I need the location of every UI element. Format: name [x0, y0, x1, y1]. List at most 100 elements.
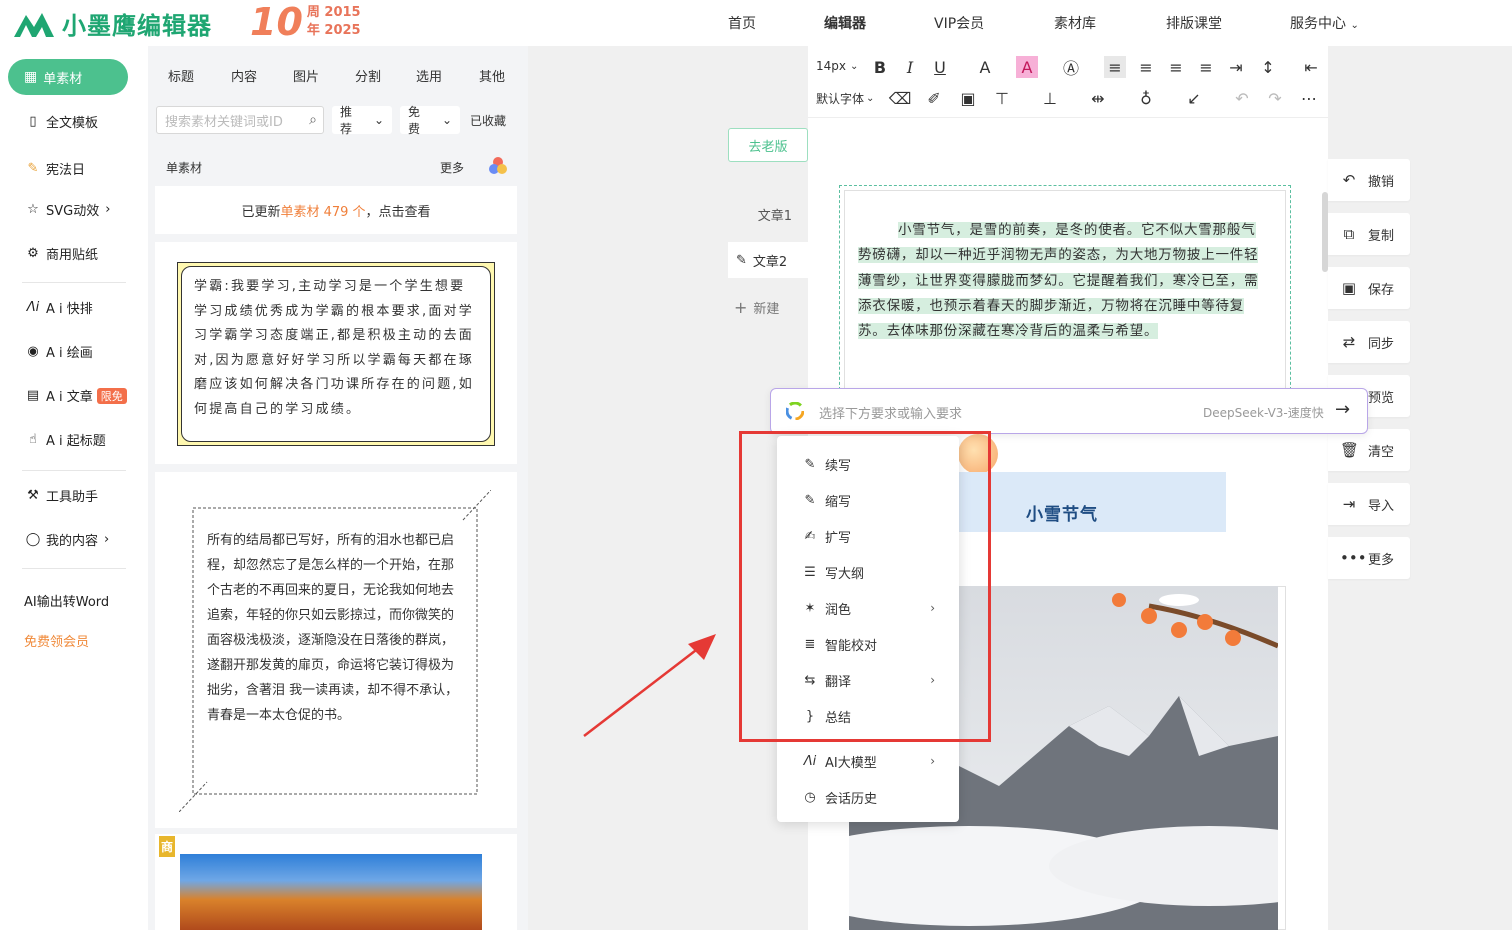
sidebar-item-label: 工具助手 — [46, 490, 99, 505]
tab-image[interactable]: 图片 — [293, 66, 319, 85]
search-icon[interactable]: ⌕ — [309, 112, 317, 128]
redo-icon[interactable]: ↷ — [1264, 87, 1286, 109]
import-button[interactable]: ⇥ 导入 — [1328, 483, 1410, 525]
sidebar-item-ai-word[interactable]: AI输出转Word — [24, 591, 109, 610]
material-card-study[interactable]: 学霸:我要学习,主动学习是一个学生想要学习成绩优秀成为学霸的根本要求,面对学习学… — [155, 242, 517, 464]
menu-label: 会话历史 — [825, 791, 878, 807]
chevron-down-icon: ⌄ — [850, 60, 859, 72]
indent-icon[interactable]: ⇥ — [1225, 56, 1247, 78]
section-more-link[interactable]: 更多 — [440, 159, 464, 176]
bold-icon[interactable]: B — [869, 56, 891, 78]
eraser-icon[interactable]: ⌫ — [889, 87, 912, 109]
sidebar-item-free-vip[interactable]: 免费领会员 — [24, 631, 89, 650]
button-label: 同步 — [1368, 336, 1395, 352]
menu-item-ai-model[interactable]: Λi AI大模型 › — [777, 743, 959, 779]
tab-select[interactable]: 选用 — [416, 66, 442, 85]
highlight-color-icon[interactable]: A — [1016, 56, 1038, 78]
font-family-value: 默认字体 — [816, 92, 865, 106]
ai-prompt-placeholder: 选择下方要求或输入要求 — [819, 407, 963, 422]
sidebar-item-svg[interactable]: ☆ SVG动效 › — [24, 200, 110, 219]
bulb-icon[interactable]: ♁ — [1135, 87, 1157, 109]
align-right-icon[interactable]: ≡ — [1165, 56, 1187, 78]
arrow-icon[interactable]: ↙ — [1183, 87, 1205, 109]
scrollbar[interactable] — [1322, 192, 1328, 272]
sidebar-item-stickers[interactable]: ⚙ 商用贴纸 — [24, 244, 98, 263]
chevron-right-icon: › — [930, 754, 935, 768]
nav-service[interactable]: 服务中心 ⌄ — [1290, 13, 1359, 33]
edit-icon: ✎ — [736, 252, 747, 268]
article-tab-2[interactable]: ✎ 文章2 — [728, 242, 808, 278]
font-size-select[interactable]: 14px ⌄ — [816, 59, 858, 73]
undo-button[interactable]: ↶ 撤销 — [1328, 159, 1410, 201]
hammer-icon: ✎ — [27, 161, 39, 176]
ai-prompt-bar[interactable]: 选择下方要求或输入要求 DeepSeek-V3-速度快 → — [770, 388, 1368, 434]
more-icon[interactable]: ⋯ — [1298, 87, 1320, 109]
filter-saved[interactable]: 已收藏 — [462, 106, 514, 134]
ai-model-select[interactable]: DeepSeek-V3-速度快 — [1203, 404, 1324, 421]
anniversary-line-2: 年 2025 — [306, 23, 361, 38]
nav-courses[interactable]: 排版课堂 — [1166, 13, 1222, 33]
align-center-icon[interactable]: ≡ — [1135, 56, 1157, 78]
more-button[interactable]: ••• 更多 — [1328, 537, 1410, 579]
undo-icon: ↶ — [1342, 171, 1356, 189]
clear-button[interactable]: 🗑 清空 — [1328, 429, 1410, 471]
sidebar-item-full-template[interactable]: ▯ 全文模板 — [24, 112, 98, 131]
italic-icon[interactable]: I — [899, 56, 921, 78]
puzzle-icon: ⚙ — [27, 246, 39, 261]
spacing-bottom-icon[interactable]: ⊥ — [1039, 87, 1061, 109]
text-effect-icon[interactable]: Ⓐ — [1060, 56, 1082, 78]
exit-icon[interactable]: ⇤ — [1300, 56, 1322, 78]
search-input[interactable]: 搜索素材关键词或ID ⌕ — [156, 106, 324, 134]
brand-name: 小墨鹰编辑器 — [62, 12, 212, 40]
article-label: 文章2 — [752, 254, 788, 270]
filter-free[interactable]: 免费 ⌄ — [400, 105, 460, 136]
sidebar-item-ai-title[interactable]: ☝ A i 起标题 — [24, 430, 106, 449]
font-color-icon[interactable]: A — [974, 56, 996, 78]
more-icon: ••• — [1340, 549, 1367, 567]
sidebar-item-tools[interactable]: ⚒ 工具助手 — [24, 486, 98, 505]
sidebar-item-my-content[interactable]: ◯ 我的内容 › — [24, 530, 110, 549]
letter-spacing-icon[interactable]: ⇹ — [1087, 87, 1109, 109]
line-height-icon[interactable]: ↕ — [1257, 56, 1279, 78]
nav-materials[interactable]: 素材库 — [1054, 13, 1096, 33]
save-button[interactable]: ▣ 保存 — [1328, 267, 1410, 309]
nav-home[interactable]: 首页 — [728, 13, 756, 33]
logo[interactable]: 小墨鹰编辑器 — [12, 6, 212, 41]
font-family-select[interactable]: 默认字体 ⌄ — [816, 90, 874, 107]
annotation-arrow-icon — [583, 634, 716, 737]
document-paragraph[interactable]: 小雪节气，是雪的前奏，是冬的使者。它不似大雪那般气势磅礴，却以一种近乎润物无声的… — [858, 218, 1268, 344]
sidebar-item-ai-layout[interactable]: Λi A i 快排 — [24, 298, 93, 317]
copy-button[interactable]: ⧉ 复制 — [1328, 213, 1410, 255]
button-label: 撤销 — [1368, 174, 1395, 190]
nav-vip[interactable]: VIP会员 — [934, 13, 984, 33]
button-label: 导入 — [1368, 498, 1395, 514]
material-card-image[interactable]: 商 — [155, 834, 517, 930]
sidebar-item-single-material[interactable]: ▦ 单素材 — [8, 59, 128, 95]
sync-button[interactable]: ⇄ 同步 — [1328, 321, 1410, 363]
tab-divider[interactable]: 分割 — [355, 66, 381, 85]
image-icon[interactable]: ▣ — [957, 87, 979, 109]
format-painter-icon[interactable]: ✐ — [923, 87, 945, 109]
sidebar-item-constitution-day[interactable]: ✎ 宪法日 — [24, 159, 85, 178]
tab-content[interactable]: 内容 — [231, 66, 257, 85]
material-card-poem[interactable]: 所有的结局都已写好，所有的泪水也都已启程，却忽然忘了是怎么样的一个开始，在那个古… — [155, 472, 517, 828]
tab-title[interactable]: 标题 — [168, 66, 194, 85]
undo-icon[interactable]: ↶ — [1231, 87, 1253, 109]
old-version-button[interactable]: 去老版 — [728, 128, 808, 162]
sidebar-item-ai-draw[interactable]: ◉ A i 绘画 — [24, 342, 92, 361]
button-label: 预览 — [1368, 390, 1395, 406]
align-justify-icon[interactable]: ≡ — [1195, 56, 1217, 78]
article-tab-1[interactable]: 文章1 — [728, 196, 808, 232]
new-article-button[interactable]: + 新建 — [734, 298, 779, 317]
filter-recommend[interactable]: 推荐 ⌄ — [332, 105, 392, 136]
update-notice[interactable]: 已更新 单素材 479 个，点击查看 — [155, 186, 517, 234]
sidebar-item-ai-article[interactable]: ▤ A i 文章 限免 — [24, 386, 127, 405]
spacing-top-icon[interactable]: ⊤ — [991, 87, 1013, 109]
underline-icon[interactable]: U — [929, 56, 951, 78]
trash-icon: 🗑 — [1340, 441, 1360, 459]
align-left-icon[interactable]: ≡ — [1104, 56, 1126, 78]
send-arrow-icon[interactable]: → — [1335, 399, 1350, 420]
tab-other[interactable]: 其他 — [479, 66, 505, 85]
nav-editor[interactable]: 编辑器 — [824, 13, 866, 33]
menu-item-history[interactable]: ◷ 会话历史 — [777, 779, 959, 815]
